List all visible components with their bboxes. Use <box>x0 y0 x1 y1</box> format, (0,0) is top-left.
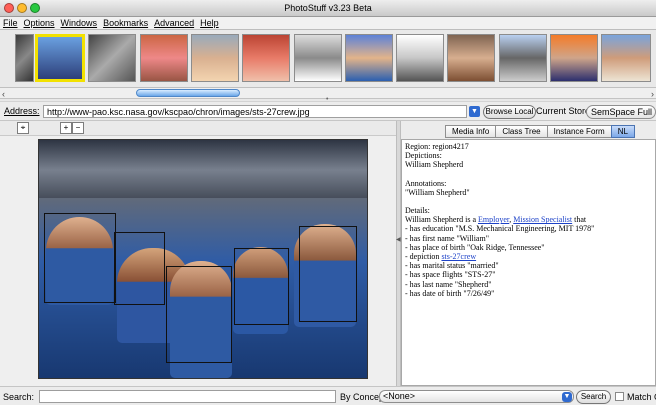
crew-photo <box>38 139 368 379</box>
annotation-region[interactable] <box>234 248 289 325</box>
search-input[interactable] <box>39 390 336 403</box>
thumbnail[interactable] <box>242 34 290 82</box>
browse-local-button[interactable]: Browse Local <box>483 105 536 119</box>
menu-bar: File Options Windows Bookmarks Advanced … <box>0 17 656 30</box>
tab-class-tree[interactable]: Class Tree <box>495 125 548 138</box>
detail-line: - has last name "Shepherd" <box>405 279 492 289</box>
sts-27crew-link[interactable]: sts-27crew <box>441 252 476 261</box>
zoom-in-icon[interactable]: + <box>60 122 72 134</box>
menu-advanced[interactable]: Advanced <box>154 18 194 28</box>
address-input[interactable]: http://www-pao.ksc.nasa.gov/kscpao/chron… <box>43 105 467 118</box>
window-title: PhotoStuff v3.23 Beta <box>284 3 372 13</box>
thumbnail[interactable] <box>447 34 495 82</box>
thumbnail[interactable] <box>601 34 651 82</box>
annotation-region[interactable] <box>166 266 232 363</box>
thumbnail[interactable] <box>550 34 598 82</box>
tab-media-info[interactable]: Media Info <box>445 125 497 138</box>
bottom-search-bar: Search: By Concept: <None> ▼ Search Matc… <box>0 386 656 405</box>
address-bar: Address: http://www-pao.ksc.nasa.gov/ksc… <box>0 101 656 121</box>
region-line: Region: region4217 <box>405 142 469 151</box>
annotation-region[interactable] <box>44 213 116 303</box>
detail-line: - has education "M.S. Mechanical Enginee… <box>405 224 595 234</box>
thumbnail-selected[interactable] <box>35 34 85 82</box>
detail-line: - has place of birth "Oak Ridge, Tenness… <box>405 242 545 252</box>
match-case-checkbox[interactable] <box>615 392 624 401</box>
annotations-value: "William Shepherd" <box>405 187 470 197</box>
thumbnail[interactable] <box>499 34 547 82</box>
details-label: Details: <box>405 206 430 216</box>
nl-panel: Region: region4217 Depictions: William S… <box>401 139 656 386</box>
search-button[interactable]: Search <box>576 390 611 404</box>
thumbnail[interactable] <box>396 34 444 82</box>
tab-nl[interactable]: NL <box>610 125 635 138</box>
scroll-right-icon[interactable]: › <box>651 89 654 99</box>
thumbnail[interactable] <box>88 34 136 82</box>
detail-line: - has space flights "STS-27" <box>405 270 496 280</box>
annotation-region[interactable] <box>114 232 165 305</box>
match-case-label: Match Ca <box>627 392 656 402</box>
depictions-value: William Shepherd <box>405 160 464 170</box>
menu-options[interactable]: Options <box>24 18 55 28</box>
detail-line: - has marital status "married" <box>405 261 499 271</box>
chevron-down-icon[interactable]: ▼ <box>562 392 572 402</box>
mission-specialist-link[interactable]: Mission Specialist <box>513 215 572 224</box>
address-dropdown-icon[interactable]: ▼ <box>469 106 480 117</box>
detail-line: - depiction sts-27crew <box>405 252 477 262</box>
zoom-out-icon[interactable]: − <box>72 122 84 134</box>
window-titlebar: PhotoStuff v3.23 Beta <box>0 0 656 17</box>
select-tool-icon[interactable]: ⌖ <box>17 122 29 134</box>
annotation-region[interactable] <box>299 226 357 322</box>
employer-link[interactable]: Employer <box>478 215 509 224</box>
menu-help[interactable]: Help <box>200 18 219 28</box>
thumbnail-strip <box>0 30 656 88</box>
current-store-select[interactable]: SemSpace Full Site <box>586 105 656 119</box>
info-pane: Media Info Class Tree Instance Form NL R… <box>401 121 656 386</box>
annotations-label: Annotations: <box>405 178 447 188</box>
concept-select[interactable]: <None> ▼ <box>379 390 574 403</box>
detail-line: - has first name "William" <box>405 233 489 243</box>
current-store-label: Current Store: <box>536 106 593 116</box>
thumbnail[interactable] <box>294 34 342 82</box>
detail-line: - has date of birth "7/26/49" <box>405 288 495 298</box>
search-label: Search: <box>3 392 35 402</box>
details-summary: William Shepherd is a Employer, Mission … <box>405 215 587 225</box>
thumbnail[interactable] <box>140 34 188 82</box>
address-label: Address: <box>4 106 40 116</box>
menu-windows[interactable]: Windows <box>61 18 98 28</box>
image-pane <box>0 136 396 386</box>
tab-instance-form[interactable]: Instance Form <box>546 125 612 138</box>
scroll-thumb[interactable] <box>136 89 240 97</box>
menu-bookmarks[interactable]: Bookmarks <box>103 18 148 28</box>
thumbnail[interactable] <box>15 34 34 82</box>
scroll-left-icon[interactable]: ‹ <box>2 89 5 99</box>
image-toolbar: ⌖ + − <box>0 121 396 136</box>
thumbnail[interactable] <box>191 34 239 82</box>
depictions-label: Depictions: <box>405 151 442 161</box>
menu-file[interactable]: File <box>3 18 18 28</box>
info-tabs: Media Info Class Tree Instance Form NL <box>445 125 635 138</box>
thumbnail[interactable] <box>345 34 393 82</box>
